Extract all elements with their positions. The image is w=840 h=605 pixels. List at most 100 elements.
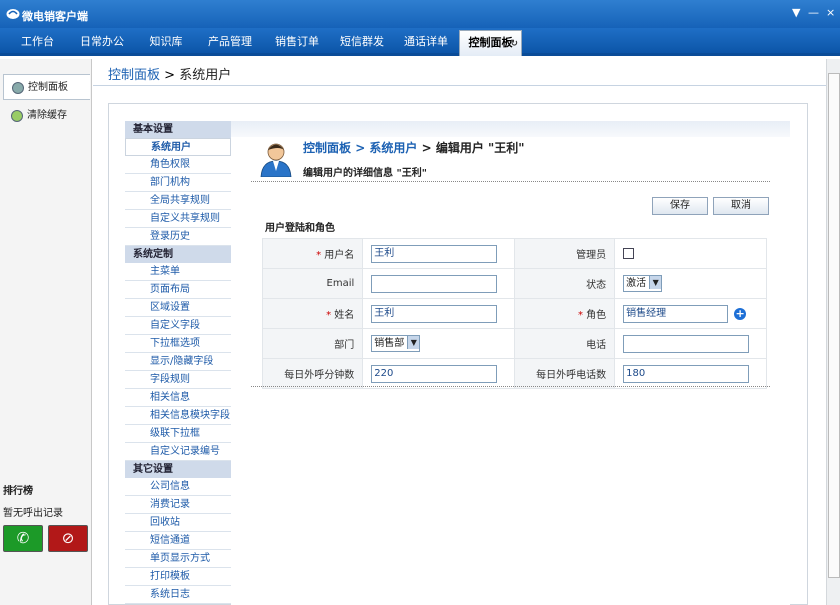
user-avatar-icon	[260, 143, 292, 177]
minutes-input[interactable]: 220	[371, 364, 498, 383]
menu-item-region[interactable]: 区域设置	[125, 299, 231, 317]
menu-dropdown-icon[interactable]: ▼	[792, 6, 800, 19]
menu-item-recycle-bin[interactable]: 回收站	[125, 514, 231, 532]
edit-breadcrumb-root[interactable]: 控制面板	[303, 141, 351, 155]
breadcrumb-sep: >	[160, 68, 180, 83]
chevron-down-icon: ▼	[407, 336, 420, 349]
menu-item-cascade-dropdown[interactable]: 级联下拉框	[125, 425, 231, 443]
phone-cell	[614, 328, 767, 359]
email-cell	[362, 268, 516, 299]
menu-item-page-display[interactable]: 单页显示方式	[125, 550, 231, 568]
phone-answer-icon[interactable]: ✆	[3, 525, 43, 552]
phone-hangup-icon[interactable]: ⊘	[48, 525, 88, 552]
calls-label: 每日外呼电话数	[514, 358, 616, 389]
header-band	[231, 121, 790, 137]
calls-input[interactable]: 180	[623, 364, 750, 383]
menu-group-other: 其它设置	[125, 461, 231, 478]
menu-item-print-template[interactable]: 打印模板	[125, 568, 231, 586]
breadcrumb-current: 系统用户	[179, 68, 232, 83]
role-cell: 销售经理 +	[614, 298, 767, 329]
tab-sms[interactable]: 短信群发	[331, 28, 393, 56]
left-panel: 控制面板 清除缓存	[0, 59, 92, 605]
menu-item-global-sharing[interactable]: 全局共享规则	[125, 192, 231, 210]
side-clear-cache-label: 清除缓存	[27, 110, 67, 121]
menu-item-page-layout[interactable]: 页面布局	[125, 281, 231, 299]
menu-group-customize: 系统定制	[125, 246, 231, 263]
email-label: Email	[261, 268, 364, 299]
username-input[interactable]: 王利	[371, 244, 498, 263]
divider	[93, 85, 826, 86]
section-title: 用户登陆和角色	[265, 223, 335, 234]
status-value: 激活	[626, 278, 647, 289]
user-form: * 用户名 王利 管理员 Email 状态 激活 ▼ * 姓名 王利 * 角色 销…	[261, 238, 767, 389]
breadcrumb-root-link[interactable]: 控制面板	[108, 68, 160, 83]
admin-label: 管理员	[514, 238, 616, 269]
form-row: 每日外呼分钟数 220 每日外呼电话数 180	[261, 358, 767, 389]
menu-item-roles[interactable]: 角色权限	[125, 156, 231, 174]
role-input[interactable]: 销售经理	[623, 304, 729, 323]
tab-control-panel[interactable]: 控制面板 ↻	[459, 30, 522, 56]
menu-item-show-hide-fields[interactable]: 显示/隐藏字段	[125, 353, 231, 371]
calls-cell: 180	[614, 358, 767, 389]
name-cell: 王利	[362, 298, 516, 329]
dotted-divider	[251, 181, 770, 182]
breadcrumb: 控制面板 > 系统用户	[108, 64, 231, 83]
menu-item-company-info[interactable]: 公司信息	[125, 478, 231, 496]
menu-item-main-menu[interactable]: 主菜单	[125, 263, 231, 281]
scrollbar-thumb[interactable]	[828, 73, 840, 578]
scrollbar[interactable]	[826, 59, 840, 605]
add-role-icon[interactable]: +	[734, 307, 747, 320]
tab-products[interactable]: 产品管理	[197, 28, 263, 56]
edit-breadcrumb-mid[interactable]: > 系统用户	[351, 141, 417, 155]
edit-breadcrumb-end: > 编辑用户 "王利"	[417, 141, 525, 155]
tab-call-log[interactable]: 通话详单	[396, 28, 456, 56]
minutes-label: 每日外呼分钟数	[261, 358, 364, 389]
minimize-icon[interactable]: —	[808, 6, 819, 19]
save-button[interactable]: 保存	[652, 197, 708, 215]
tab-workbench[interactable]: 工作台	[10, 28, 65, 56]
edit-breadcrumb: 控制面板 > 系统用户 > 编辑用户 "王利"	[303, 139, 525, 156]
form-row: 部门 销售部 ▼ 电话	[261, 328, 767, 359]
name-label: * 姓名	[261, 298, 364, 329]
menu-item-sms-channel[interactable]: 短信通道	[125, 532, 231, 550]
menu-item-custom-sharing[interactable]: 自定义共享规则	[125, 210, 231, 228]
broom-icon	[11, 110, 23, 122]
username-label: * 用户名	[261, 238, 364, 269]
status-select[interactable]: 激活 ▼	[623, 275, 663, 292]
email-input[interactable]	[371, 274, 498, 293]
dept-value: 销售部	[374, 338, 405, 349]
admin-cell	[614, 238, 767, 269]
cancel-button[interactable]: 取消	[713, 197, 769, 215]
close-icon[interactable]: ×	[826, 6, 835, 19]
admin-checkbox[interactable]	[623, 247, 635, 259]
form-row: * 姓名 王利 * 角色 销售经理 +	[261, 298, 767, 329]
menu-item-system-users[interactable]: 系统用户	[125, 138, 231, 156]
menu-item-related-module-fields[interactable]: 相关信息模块字段	[125, 407, 231, 425]
side-clear-cache[interactable]: 清除缓存	[3, 103, 90, 129]
tab-control-panel-label: 控制面板	[468, 36, 513, 49]
tab-office[interactable]: 日常办公	[70, 28, 134, 56]
menu-item-related-info[interactable]: 相关信息	[125, 389, 231, 407]
tab-knowledge[interactable]: 知识库	[138, 28, 194, 56]
menu-item-field-rules[interactable]: 字段规则	[125, 371, 231, 389]
app-title: 微电销客户端	[22, 10, 88, 23]
rank-title: 排行榜	[3, 486, 33, 497]
menu-item-login-history[interactable]: 登录历史	[125, 228, 231, 246]
menu-item-consumption[interactable]: 消费记录	[125, 496, 231, 514]
chevron-down-icon: ▼	[649, 276, 662, 289]
menu-item-custom-numbering[interactable]: 自定义记录编号	[125, 443, 231, 461]
menu-item-custom-fields[interactable]: 自定义字段	[125, 317, 231, 335]
tab-orders[interactable]: 销售订单	[266, 28, 328, 56]
menu-item-system-log[interactable]: 系统日志	[125, 586, 231, 604]
status-label: 状态	[514, 268, 616, 299]
dept-select[interactable]: 销售部 ▼	[371, 335, 421, 352]
status-cell: 激活 ▼	[614, 268, 767, 299]
side-control-panel[interactable]: 控制面板	[3, 74, 90, 100]
menu-item-departments[interactable]: 部门机构	[125, 174, 231, 192]
form-row: * 用户名 王利 管理员	[261, 238, 767, 269]
side-control-panel-label: 控制面板	[28, 82, 68, 93]
name-input[interactable]: 王利	[371, 304, 498, 323]
menu-item-dropdown-options[interactable]: 下拉框选项	[125, 335, 231, 353]
refresh-icon[interactable]: ↻	[510, 32, 518, 56]
phone-input[interactable]	[623, 334, 750, 353]
